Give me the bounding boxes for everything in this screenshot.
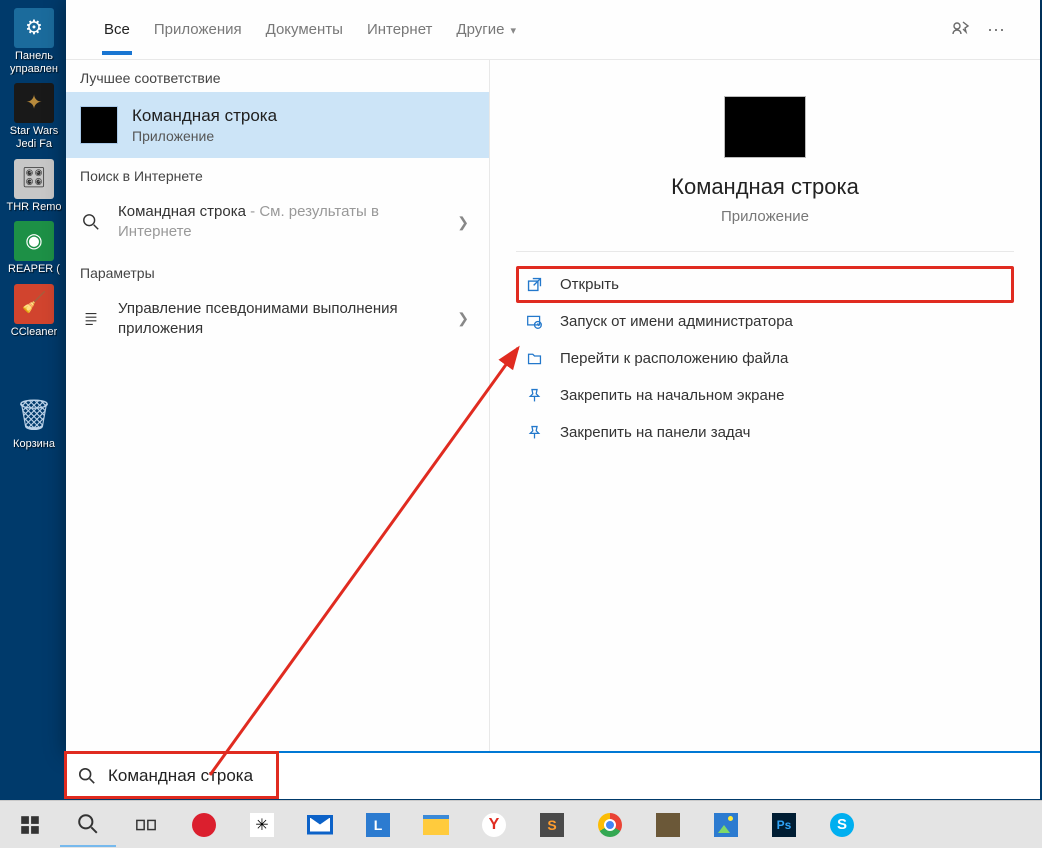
tab-apps[interactable]: Приложения [142,4,254,55]
taskbar-app-photoshop[interactable]: Ps [756,803,812,847]
action-run-as-admin[interactable]: Запуск от имени администратора [516,303,1014,340]
taskbar-app-explorer[interactable] [408,803,464,847]
desktop-icons-column: ⚙Панель управлен ✦Star Wars Jedi Fa 🎛THR… [0,0,68,453]
taskbar-app-chrome[interactable] [582,803,638,847]
action-open[interactable]: Открыть [516,266,1014,303]
parameters-item-text: Управление псевдонимами выполнения прило… [118,299,441,340]
taskbar-app-photos[interactable] [698,803,754,847]
tabs-row: Все Приложения Документы Интернет Другие… [66,0,1040,60]
action-pin-start[interactable]: Закрепить на начальном экране [516,377,1014,414]
open-icon [524,276,544,293]
taskbar-search-icon[interactable] [60,803,116,847]
taskbar-app-skype[interactable]: S [814,803,870,847]
parameters-header: Параметры [66,255,489,287]
internet-search-header: Поиск в Интернете [66,158,489,190]
best-match-item[interactable]: Командная строка Приложение [66,92,489,158]
search-icon [80,213,102,231]
chevron-right-icon: ❯ [457,310,475,327]
tab-internet[interactable]: Интернет [355,4,444,55]
taskbar-app-launcher[interactable]: ✳ [234,803,290,847]
desktop-icon-game[interactable]: ✦Star Wars Jedi Fa [2,81,66,152]
search-input[interactable] [108,766,1028,786]
search-results-panel: Все Приложения Документы Интернет Другие… [66,0,1040,754]
internet-search-item[interactable]: Командная строка - См. результаты в Инте… [66,190,489,255]
best-match-header: Лучшее соответствие [66,60,489,92]
preview-subtitle: Приложение [490,208,1040,225]
desktop-icon-ccleaner[interactable]: 🧹CCleaner [2,282,66,341]
more-options-icon[interactable]: ··· [978,12,1014,48]
pin-icon [524,387,544,404]
tab-all[interactable]: Все [92,4,142,55]
parameters-item[interactable]: Управление псевдонимами выполнения прило… [66,287,489,352]
best-match-subtitle: Приложение [132,128,277,144]
feedback-icon[interactable] [942,12,978,48]
best-match-title: Командная строка [132,106,277,126]
start-button[interactable] [2,803,58,847]
action-pin-taskbar[interactable]: Закрепить на панели задач [516,414,1014,451]
preview-app-icon [724,96,806,158]
chevron-right-icon: ❯ [457,214,475,231]
taskbar-app-l[interactable]: L [350,803,406,847]
preview-title: Командная строка [490,174,1040,200]
taskbar-app-opera[interactable] [176,803,232,847]
search-bar[interactable] [64,751,1040,799]
tab-more[interactable]: Другие [444,4,528,55]
folder-icon [524,350,544,367]
task-view-icon[interactable] [118,803,174,847]
cmd-icon [80,106,118,144]
desktop-icon-reaper[interactable]: ◉REAPER ( [2,219,66,278]
taskbar-app-yandex[interactable]: Y [466,803,522,847]
preview-column: Командная строка Приложение Открыть Запу… [490,60,1040,754]
desktop-icon-thr[interactable]: 🎛THR Remo [2,157,66,216]
list-icon [80,310,102,328]
pin-icon [524,424,544,441]
preview-actions: Открыть Запуск от имени администратора П… [490,252,1040,465]
results-left-column: Лучшее соответствие Командная строка При… [66,60,490,754]
taskbar: ✳ L Y S Ps S [0,800,1042,848]
admin-icon [524,313,544,330]
internet-item-text: Командная строка - См. результаты в Инте… [118,202,441,243]
desktop-icon-blank [2,344,66,390]
taskbar-app-sublime[interactable]: S [524,803,580,847]
search-icon [76,767,98,785]
taskbar-app-unknown[interactable] [640,803,696,847]
desktop-icon-control-panel[interactable]: ⚙Панель управлен [2,6,66,77]
action-open-file-location[interactable]: Перейти к расположению файла [516,340,1014,377]
tab-documents[interactable]: Документы [254,4,355,55]
desktop-icon-recycle-bin[interactable]: 🗑Корзина [2,394,66,453]
taskbar-app-mail[interactable] [292,803,348,847]
